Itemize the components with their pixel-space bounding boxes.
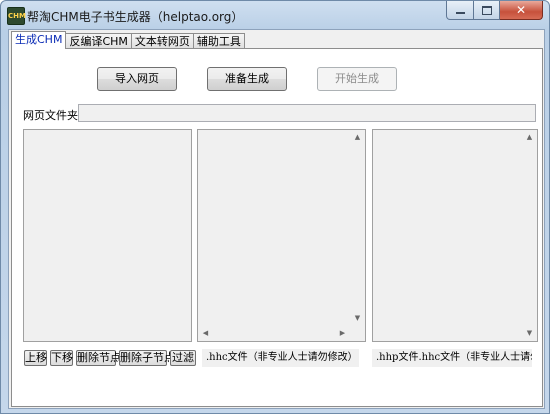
minimize-icon bbox=[455, 12, 465, 14]
title-bar[interactable]: CHM 帮淘CHM电子书生成器（helptao.org） ✕ bbox=[1, 1, 549, 29]
hhc-editor[interactable]: ▲ ▼ ◀ ▶ bbox=[197, 129, 366, 342]
delete-child-node-button[interactable]: 删除子节点 bbox=[119, 350, 175, 366]
tab-text-to-web[interactable]: 文本转网页 bbox=[130, 33, 194, 49]
scroll-down-icon[interactable]: ▼ bbox=[522, 326, 537, 341]
folder-label: 网页文件夹: bbox=[23, 109, 82, 122]
hhc-caption: .hhc文件（非专业人士请勿修改） bbox=[202, 349, 359, 367]
close-icon: ✕ bbox=[515, 3, 527, 17]
app-icon: CHM bbox=[7, 7, 26, 25]
window-title: 帮淘CHM电子书生成器（helptao.org） bbox=[27, 10, 244, 24]
caption-buttons: ✕ bbox=[446, 1, 543, 21]
hhp-vertical-scrollbar[interactable]: ▲ ▼ bbox=[522, 130, 537, 341]
close-button[interactable]: ✕ bbox=[500, 1, 543, 20]
tab-generate-chm[interactable]: 生成CHM bbox=[11, 31, 67, 49]
scroll-up-icon[interactable]: ▲ bbox=[350, 130, 365, 145]
scroll-left-icon[interactable]: ◀ bbox=[198, 326, 213, 341]
move-up-button[interactable]: 上移 bbox=[24, 350, 47, 366]
filter-button[interactable]: 过滤 bbox=[170, 350, 196, 366]
scroll-right-icon[interactable]: ▶ bbox=[335, 326, 350, 341]
prepare-button[interactable]: 准备生成 bbox=[207, 67, 287, 91]
import-pages-button[interactable]: 导入网页 bbox=[97, 67, 177, 91]
tab-decompile-chm[interactable]: 反编译CHM bbox=[65, 33, 132, 49]
scroll-up-icon[interactable]: ▲ bbox=[522, 130, 537, 145]
folder-input[interactable] bbox=[78, 104, 536, 122]
hhp-editor[interactable]: ▲ ▼ bbox=[372, 129, 538, 342]
hhc-horizontal-scrollbar[interactable]: ◀ ▶ bbox=[198, 326, 350, 341]
delete-node-button[interactable]: 删除节点 bbox=[76, 350, 121, 366]
tab-tools[interactable]: 辅助工具 bbox=[192, 33, 245, 49]
page-tree-view[interactable] bbox=[23, 129, 192, 342]
minimize-button[interactable] bbox=[446, 1, 474, 20]
generate-chm-panel: 导入网页 准备生成 开始生成 网页文件夹: ▲ ▼ ◀ ▶ ▲ ▼ 上移 下移 … bbox=[11, 48, 543, 407]
tab-strip: 生成CHM 反编译CHM 文本转网页 辅助工具 bbox=[11, 31, 245, 49]
maximize-icon bbox=[481, 5, 492, 15]
hhc-vertical-scrollbar[interactable]: ▲ ▼ bbox=[350, 130, 365, 341]
maximize-button[interactable] bbox=[474, 1, 500, 20]
hhp-caption: .hhp文件.hhc文件（非专业人士请勿修 bbox=[372, 349, 532, 367]
move-down-button[interactable]: 下移 bbox=[50, 350, 73, 366]
scroll-down-icon[interactable]: ▼ bbox=[350, 311, 365, 326]
start-generate-button[interactable]: 开始生成 bbox=[317, 67, 397, 91]
client-area: 生成CHM 反编译CHM 文本转网页 辅助工具 导入网页 准备生成 开始生成 网… bbox=[8, 29, 545, 409]
app-window: CHM 帮淘CHM电子书生成器（helptao.org） ✕ 生成CHM 反编译… bbox=[0, 0, 550, 414]
